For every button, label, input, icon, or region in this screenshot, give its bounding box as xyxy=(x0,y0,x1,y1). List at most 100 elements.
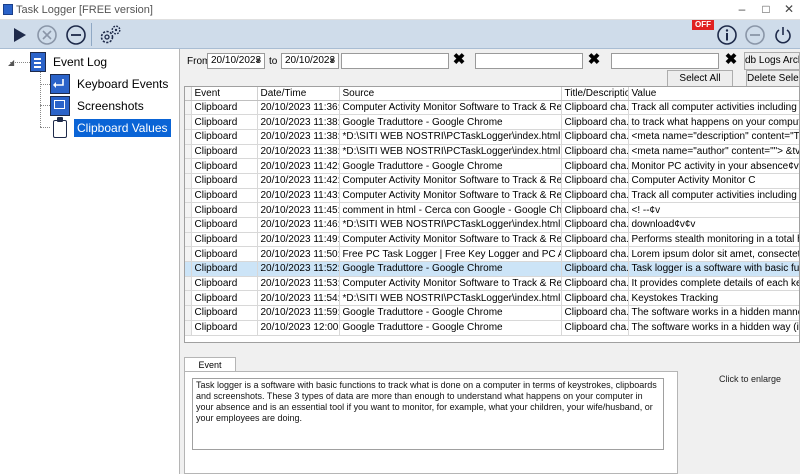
cell-value[interactable]: Monitor PC activity in your absence¢v xyxy=(628,158,799,174)
cell-title[interactable]: Clipboard cha... xyxy=(561,202,629,218)
cell-datetime[interactable]: 20/10/2023 11:50:04 xyxy=(257,246,340,263)
cell-source[interactable]: Computer Activity Monitor Software to Tr… xyxy=(339,232,562,248)
cell-title[interactable]: Clipboard cha... xyxy=(561,100,629,116)
cell-datetime[interactable]: 20/10/2023 11:38:12 xyxy=(257,114,340,130)
minus-circle-disabled-icon[interactable] xyxy=(744,24,766,46)
cell-title[interactable]: Clipboard cha... xyxy=(561,144,629,160)
cell-value[interactable]: Lorem ipsum dolor sit amet, consectetur … xyxy=(628,246,799,263)
collapse-icon[interactable]: ◢ xyxy=(8,58,16,67)
cell-title[interactable]: Clipboard cha... xyxy=(561,173,629,189)
cell-title[interactable]: Clipboard cha... xyxy=(561,217,629,233)
cell-datetime[interactable]: 20/10/2023 11:38:48 xyxy=(257,129,340,145)
cell-datetime[interactable]: 20/10/2023 11:43:02 xyxy=(257,188,340,204)
to-date-picker[interactable]: 20/10/2023 ▼ xyxy=(281,53,339,69)
cell-source[interactable]: Google Traduttore - Google Chrome xyxy=(339,305,562,321)
table-row[interactable]: Clipboard20/10/2023 11:59:36Google Tradu… xyxy=(185,305,799,321)
clear-source-filter-icon[interactable]: ✖ xyxy=(452,52,466,68)
table-row[interactable]: Clipboard20/10/2023 11:46:20*D:\SITI WEB… xyxy=(185,217,799,233)
column-header-datetime[interactable]: Date/Time xyxy=(257,87,340,101)
cell-datetime[interactable]: 20/10/2023 11:54:09 xyxy=(257,290,340,307)
cell-title[interactable]: Clipboard cha... xyxy=(561,188,629,204)
cell-value[interactable]: Performs stealth monitoring in a total h… xyxy=(628,232,799,248)
cell-source[interactable]: Google Traduttore - Google Chrome xyxy=(339,158,562,174)
cell-datetime[interactable]: 20/10/2023 11:59:36 xyxy=(257,305,340,321)
cell-title[interactable]: Clipboard cha... xyxy=(561,114,629,130)
table-row[interactable]: Clipboard20/10/2023 12:00:04Google Tradu… xyxy=(185,320,799,336)
table-row[interactable]: Clipboard20/10/2023 11:50:04Free PC Task… xyxy=(185,246,799,263)
cell-title[interactable]: Clipboard cha... xyxy=(561,276,629,292)
cell-event[interactable]: Clipboard xyxy=(191,320,258,336)
click-to-enlarge-label[interactable]: Click to enlarge xyxy=(719,374,781,384)
cell-datetime[interactable]: 20/10/2023 11:52:23 xyxy=(257,261,340,277)
cell-event[interactable]: Clipboard xyxy=(191,129,258,145)
column-header-source[interactable]: Source xyxy=(339,87,562,101)
table-row[interactable]: Clipboard20/10/2023 11:36:55Computer Act… xyxy=(185,100,799,116)
cell-value[interactable]: <! --¢v xyxy=(628,202,799,218)
table-row[interactable]: Clipboard20/10/2023 11:45:54comment in h… xyxy=(185,202,799,218)
cell-event[interactable]: Clipboard xyxy=(191,246,258,263)
table-row[interactable]: Clipboard20/10/2023 11:38:48*D:\SITI WEB… xyxy=(185,129,799,145)
cell-title[interactable]: Clipboard cha... xyxy=(561,232,629,248)
cell-value[interactable]: Keystokes Tracking xyxy=(628,290,799,307)
cell-title[interactable]: Clipboard cha... xyxy=(561,261,629,277)
cell-value[interactable]: Track all computer activities including … xyxy=(628,188,799,204)
table-row[interactable]: Clipboard20/10/2023 11:42:16Google Tradu… xyxy=(185,158,799,174)
cell-event[interactable]: Clipboard xyxy=(191,144,258,160)
logs-archive-button[interactable]: db Logs Archive xyxy=(744,52,800,70)
close-button[interactable]: ✕ xyxy=(781,1,797,17)
cell-event[interactable]: Clipboard xyxy=(191,188,258,204)
cell-event[interactable]: Clipboard xyxy=(191,290,258,307)
cell-event[interactable]: Clipboard xyxy=(191,217,258,233)
source-filter-input[interactable] xyxy=(341,53,449,69)
column-header-value[interactable]: Value xyxy=(628,87,799,101)
cell-event[interactable]: Clipboard xyxy=(191,158,258,174)
cell-source[interactable]: *D:\SITI WEB NOSTRI\PCTaskLogger\index.h… xyxy=(339,290,562,307)
tree-node-clipboard-values[interactable]: Clipboard Values xyxy=(50,117,171,139)
cell-title[interactable]: Clipboard cha... xyxy=(561,320,629,336)
cell-value[interactable]: The software works in a hidden way (it i… xyxy=(628,320,799,336)
cell-source[interactable]: Computer Activity Monitor Software to Tr… xyxy=(339,173,562,189)
table-row[interactable]: Clipboard20/10/2023 11:42:47Computer Act… xyxy=(185,173,799,189)
cell-value[interactable]: It provides complete details of each key… xyxy=(628,276,799,292)
table-row[interactable]: Clipboard20/10/2023 11:38:12Google Tradu… xyxy=(185,114,799,130)
cell-event[interactable]: Clipboard xyxy=(191,305,258,321)
cell-datetime[interactable]: 20/10/2023 11:42:16 xyxy=(257,158,340,174)
cell-source[interactable]: Computer Activity Monitor Software to Tr… xyxy=(339,276,562,292)
cell-title[interactable]: Clipboard cha... xyxy=(561,158,629,174)
table-row[interactable]: Clipboard20/10/2023 11:53:22Computer Act… xyxy=(185,276,799,292)
clear-title-filter-icon[interactable]: ✖ xyxy=(587,52,601,68)
cell-event[interactable]: Clipboard xyxy=(191,232,258,248)
cell-value[interactable]: Computer Activity Monitor C xyxy=(628,173,799,189)
tree-node-screenshots[interactable]: Screenshots xyxy=(50,95,147,117)
column-header-event[interactable]: Event xyxy=(191,87,258,101)
cell-source[interactable]: *D:\SITI WEB NOSTRI\PCTaskLogger\index.h… xyxy=(339,129,562,145)
cell-event[interactable]: Clipboard xyxy=(191,261,258,277)
cell-value[interactable]: to track what happens on your computer i… xyxy=(628,114,799,130)
from-date-picker[interactable]: 20/10/2023 ▼ xyxy=(207,53,265,69)
cell-datetime[interactable]: 20/10/2023 11:36:55 xyxy=(257,100,340,116)
event-details-text[interactable]: Task logger is a software with basic fun… xyxy=(192,378,664,450)
cell-event[interactable]: Clipboard xyxy=(191,173,258,189)
maximize-button[interactable]: □ xyxy=(758,1,774,17)
cell-source[interactable]: Computer Activity Monitor Software to Tr… xyxy=(339,188,562,204)
tree-node-keyboard-events[interactable]: Keyboard Events xyxy=(50,73,171,95)
stop-icon[interactable] xyxy=(36,24,58,46)
column-header-title[interactable]: Title/Description xyxy=(561,87,629,101)
cell-datetime[interactable]: 20/10/2023 11:53:22 xyxy=(257,276,340,292)
cell-source[interactable]: Free PC Task Logger | Free Key Logger an… xyxy=(339,246,562,263)
table-row[interactable]: Clipboard20/10/2023 11:54:09*D:\SITI WEB… xyxy=(185,290,799,307)
tree-node-event-log[interactable]: ◢ Event Log xyxy=(8,51,110,73)
cell-datetime[interactable]: 20/10/2023 11:45:54 xyxy=(257,202,340,218)
cell-event[interactable]: Clipboard xyxy=(191,114,258,130)
cell-source[interactable]: comment in html - Cerca con Google - Goo… xyxy=(339,202,562,218)
cell-value[interactable]: The software works in a hidden manner an… xyxy=(628,305,799,321)
tab-event-details[interactable]: Event details xyxy=(184,357,236,384)
cell-datetime[interactable]: 20/10/2023 11:49:54 xyxy=(257,232,340,248)
minimize-button[interactable]: – xyxy=(734,1,750,17)
cell-event[interactable]: Clipboard xyxy=(191,276,258,292)
power-icon[interactable] xyxy=(772,24,794,46)
settings-gears-icon[interactable] xyxy=(98,24,121,46)
play-icon[interactable] xyxy=(8,24,30,46)
cell-datetime[interactable]: 20/10/2023 11:46:20 xyxy=(257,217,340,233)
cell-title[interactable]: Clipboard cha... xyxy=(561,290,629,307)
